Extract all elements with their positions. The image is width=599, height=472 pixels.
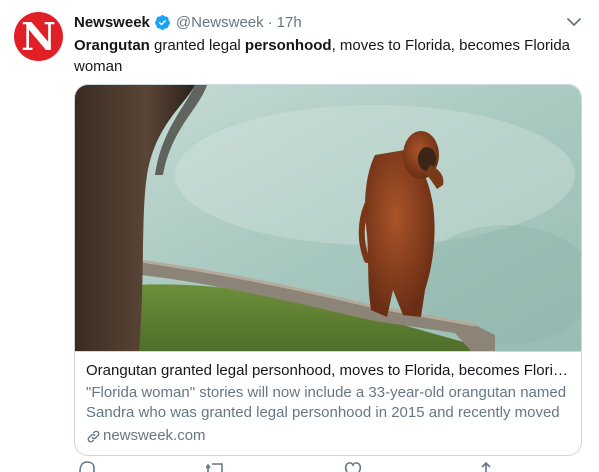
card-description: "Florida woman" stories will now include… (86, 384, 567, 421)
dot-separator: · (267, 13, 273, 31)
share-button[interactable] (478, 460, 494, 472)
tweet-text-segment: personhood (244, 37, 332, 54)
chevron-down-icon[interactable] (565, 14, 583, 30)
share-icon (478, 460, 494, 472)
verified-badge-icon (154, 14, 171, 31)
tweet-header: Newsweek @Newsweek · 17h (74, 12, 302, 32)
tweet-text: Orangutan granted legal personhood, move… (74, 35, 574, 77)
reply-button[interactable] (78, 460, 104, 472)
tweet-text-segment: Orangutan (74, 37, 150, 54)
author-handle[interactable]: @Newsweek (176, 14, 264, 31)
retweet-button[interactable] (206, 460, 236, 472)
avatar[interactable]: N (14, 12, 63, 61)
tweet[interactable]: N Newsweek @Newsweek · 17h Orangutan gra… (0, 0, 599, 472)
author-name[interactable]: Newsweek (74, 14, 150, 31)
retweet-icon (206, 460, 228, 472)
timestamp[interactable]: 17h (277, 14, 302, 31)
reply-icon (78, 460, 96, 472)
card-domain-text: newsweek.com (103, 427, 206, 444)
tweet-actions (74, 460, 580, 472)
like-button[interactable] (344, 460, 370, 472)
heart-icon (344, 460, 362, 472)
link-icon (86, 429, 101, 444)
tweet-text-segment: granted legal (149, 37, 245, 54)
card-title[interactable]: Orangutan granted legal personhood, move… (86, 361, 572, 381)
card-image[interactable] (75, 85, 581, 351)
newsweek-logo: N (21, 14, 56, 59)
card-domain[interactable]: newsweek.com (86, 426, 206, 446)
card-body[interactable]: Orangutan granted legal personhood, move… (75, 351, 581, 455)
link-card[interactable]: Orangutan granted legal personhood, move… (74, 84, 582, 456)
